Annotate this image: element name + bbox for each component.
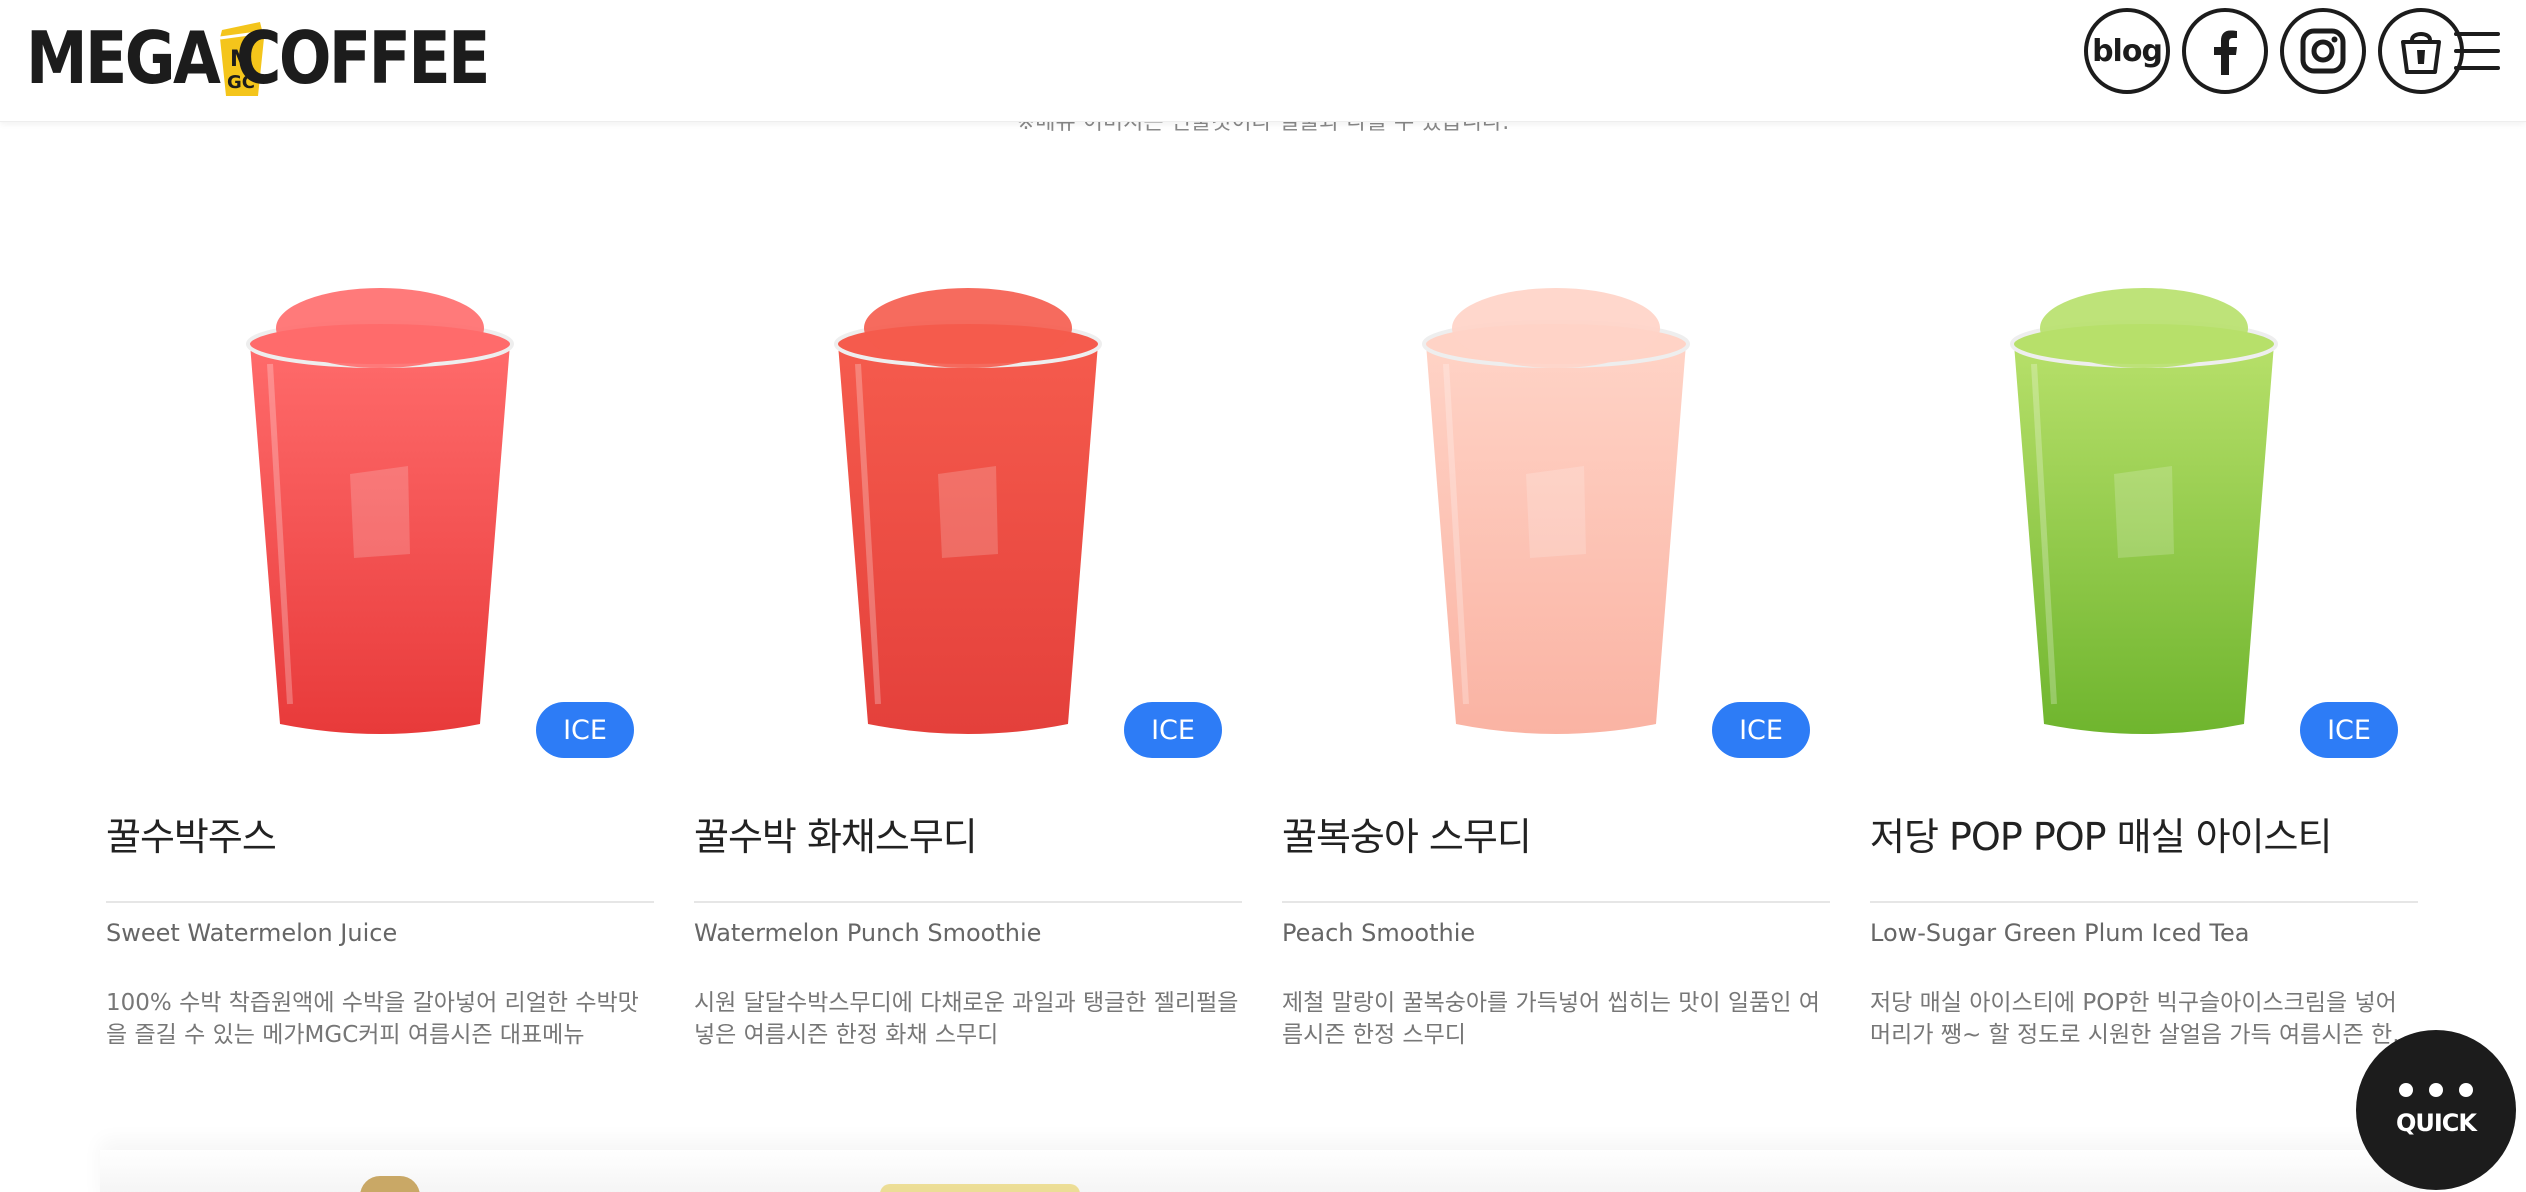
facebook-icon (2214, 30, 2237, 75)
drink-cup-image (2010, 288, 2278, 734)
quick-label: QUICK (2395, 1109, 2477, 1137)
ice-badge: ICE (1712, 702, 1810, 758)
product-image[interactable]: ICE (1282, 210, 1830, 758)
product-description: 시원 달달수박스무디에 다채로운 과일과 탱글한 젤리펄을 넣은 여름시즌 한정… (694, 990, 1239, 1048)
site-header: MEGA M GC COFFEE blog (0, 0, 2526, 122)
product-name-english: Low-Sugar Green Plum Iced Tea (1870, 919, 2250, 947)
product-description: 100% 수박 착즙원액에 수박을 갈아넣어 리얼한 수박맛을 즐길 수 있는 … (106, 990, 639, 1048)
product-name-english: Watermelon Punch Smoothie (694, 919, 1042, 947)
blog-link[interactable]: blog (2084, 8, 2170, 94)
menu-line (2454, 66, 2500, 70)
next-row-edge (100, 1150, 2420, 1192)
logo-word-mega: MEGA (26, 16, 221, 100)
product-card[interactable]: ICE 꿀수박 화채스무디 Watermelon Punch Smoothie … (694, 210, 1242, 1051)
cart-link[interactable] (2378, 8, 2464, 94)
product-name-korean[interactable]: 꿀수박 화채스무디 (694, 806, 1242, 903)
quick-menu-button[interactable]: QUICK (2356, 1030, 2516, 1190)
product-card[interactable]: ICE 꿀복숭아 스무디 Peach Smoothie 제철 말랑이 꿀복숭아를… (1282, 210, 1830, 1051)
product-description: 제철 말랑이 꿀복숭아를 가득넣어 씹히는 맛이 일품인 여름시즌 한정 스무디 (1282, 990, 1820, 1048)
product-card[interactable]: ICE 꿀수박주스 Sweet Watermelon Juice 100% 수박… (106, 210, 654, 1051)
product-image[interactable]: ICE (1870, 210, 2418, 758)
product-grid: ICE 꿀수박주스 Sweet Watermelon Juice 100% 수박… (106, 210, 2418, 1051)
header-social-links: blog (2084, 8, 2464, 94)
ice-badge: ICE (1124, 702, 1222, 758)
ice-badge: ICE (536, 702, 634, 758)
product-name-korean[interactable]: 저당 POP POP 매실 아이스티 (1870, 806, 2418, 903)
product-name-english: Sweet Watermelon Juice (106, 919, 398, 947)
drink-cup-image (834, 288, 1102, 734)
cart-icon (2401, 32, 2441, 74)
product-name-english: Peach Smoothie (1282, 919, 1476, 947)
product-image[interactable]: ICE (694, 210, 1242, 758)
mega-coffee-logo[interactable]: MEGA M GC COFFEE (26, 8, 528, 108)
logo-word-coffee: COFFEE (235, 16, 490, 100)
next-row-product-peek (880, 1184, 1080, 1192)
product-name-korean[interactable]: 꿀수박주스 (106, 806, 654, 903)
product-card[interactable]: ICE 저당 POP POP 매실 아이스티 Low-Sugar Green P… (1870, 210, 2418, 1051)
ice-badge: ICE (2300, 702, 2398, 758)
product-description: 저당 매실 아이스티에 POP한 빅구슬아이스크림을 넣어 머리가 쨍~ 할 정… (1870, 990, 2414, 1048)
product-name-korean[interactable]: 꿀복숭아 스무디 (1282, 806, 1830, 903)
hamburger-menu-icon[interactable] (2454, 32, 2500, 70)
product-image[interactable]: ICE (106, 210, 654, 758)
instagram-icon (2300, 28, 2346, 74)
menu-line (2454, 49, 2500, 53)
drink-cup-image (1422, 288, 1690, 734)
next-row-product-peek (360, 1176, 420, 1192)
menu-line (2454, 32, 2500, 36)
blog-icon: blog (2092, 33, 2163, 69)
drink-cup-image (246, 288, 514, 734)
more-dots-icon (2399, 1083, 2473, 1097)
facebook-link[interactable] (2182, 8, 2268, 94)
instagram-link[interactable] (2280, 8, 2366, 94)
